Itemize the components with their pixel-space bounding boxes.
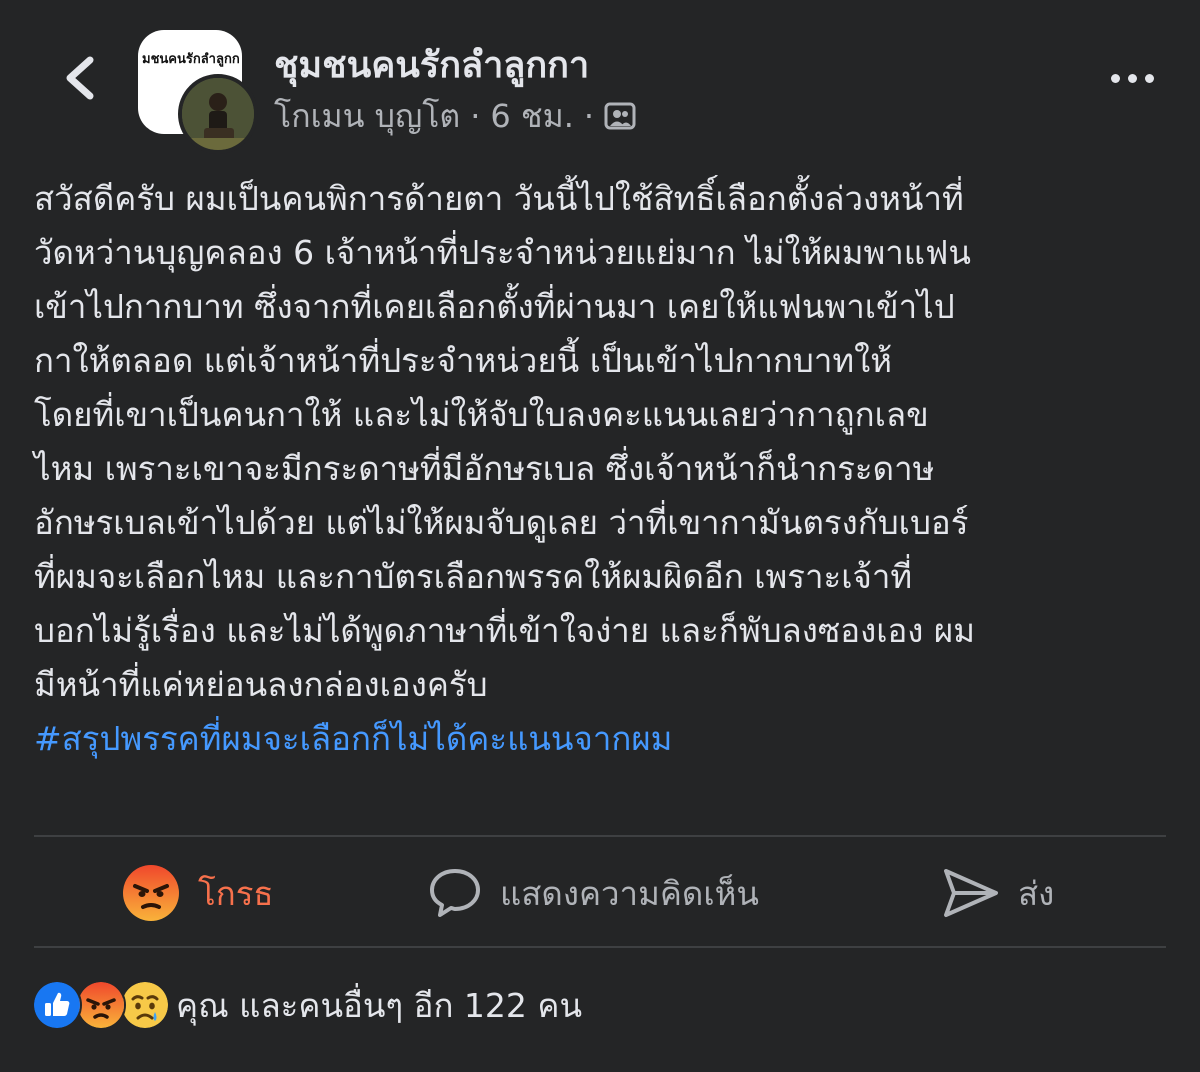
person-photo-icon bbox=[182, 78, 254, 150]
post-line: ที่ผมจะเลือกไหม และกาบัตรเลือกพรรคให้ผมผ… bbox=[34, 557, 913, 596]
more-dots-icon bbox=[1110, 73, 1120, 83]
divider-bottom bbox=[34, 946, 1166, 948]
like-reaction-icon bbox=[32, 980, 82, 1030]
post-line: สวัสดีครับ ผมเป็นคนพิการด้ายตา วันนี้ไปใ… bbox=[34, 179, 964, 218]
reaction-icons bbox=[32, 980, 172, 1030]
post-line: กาให้ตลอด แต่เจ้าหน้าที่ประจำหน่วยนี้ เป… bbox=[34, 341, 892, 380]
more-dots-icon bbox=[1127, 73, 1137, 83]
hashtag-link[interactable]: #สรุปพรรคที่ผมจะเลือกก็ไม่ได้คะแนนจากผม bbox=[34, 712, 1174, 766]
post-line: วัดหว่านบุญคลอง 6 เจ้าหน้าที่ประจำหน่วยแ… bbox=[34, 233, 971, 272]
post-text: สวัสดีครับ ผมเป็นคนพิการด้ายตา วันนี้ไปใ… bbox=[34, 172, 1174, 766]
more-options-button[interactable] bbox=[1100, 58, 1164, 98]
comment-button[interactable]: แสดงความคิดเห็น bbox=[428, 838, 759, 948]
send-button[interactable]: ส่ง bbox=[942, 838, 1054, 948]
angry-reaction-icon bbox=[123, 865, 179, 921]
divider-top bbox=[34, 835, 1166, 837]
author-name[interactable]: โกเมน บุญโต bbox=[274, 91, 460, 142]
avatar-stack[interactable]: มชนคนรักลำลูกก bbox=[138, 30, 258, 154]
meta-separator: · bbox=[470, 97, 481, 135]
post-meta: โกเมน บุญโต · 6 ชม. · bbox=[274, 94, 636, 138]
sad-reaction-icon bbox=[120, 980, 170, 1030]
post-view: มชนคนรักลำลูกก ชุมชนคนรักลำลูกกา โกเมน บ… bbox=[0, 0, 1200, 1072]
post-line: อักษรเบลเข้าไปด้วย แต่ไม่ให้ผมจับดูเลย ว… bbox=[34, 503, 969, 542]
angry-reaction-icon bbox=[76, 980, 126, 1030]
back-button[interactable] bbox=[52, 48, 108, 108]
comment-bubble-icon bbox=[430, 869, 480, 917]
post-header: มชนคนรักลำลูกก ชุมชนคนรักลำลูกกา โกเมน บ… bbox=[0, 0, 1200, 160]
post-line: ไหม เพราะเขาจะมีกระดาษที่มีอักษรเบล ซึ่ง… bbox=[34, 449, 935, 488]
group-name[interactable]: ชุมชนคนรักลำลูกกา bbox=[274, 36, 589, 93]
author-avatar[interactable] bbox=[178, 74, 258, 154]
post-line: เข้าไปกากบาท ซึ่งจากที่เคยเลือกตั้งที่ผ่… bbox=[34, 287, 955, 326]
comment-label: แสดงความคิดเห็น bbox=[500, 873, 759, 913]
group-avatar-label: มชนคนรักลำลูกก bbox=[142, 52, 240, 67]
more-dots-icon bbox=[1144, 73, 1154, 83]
angry-label: โกรธ bbox=[198, 873, 274, 913]
send-label: ส่ง bbox=[1018, 873, 1055, 913]
angry-reaction-button[interactable]: โกรธ bbox=[122, 838, 274, 948]
reactions-count-text: คุณ และคนอื่นๆ อีก 122 คน bbox=[176, 985, 583, 1025]
reactions-summary[interactable]: คุณ และคนอื่นๆ อีก 122 คน bbox=[32, 975, 582, 1035]
post-time[interactable]: 6 ชม. bbox=[490, 91, 574, 142]
action-bar: โกรธ แสดงความคิดเห็น ส่ง bbox=[0, 838, 1200, 948]
post-line: บอกไม่รู้เรื่อง และไม่ได้พูดภาษาที่เข้าใ… bbox=[34, 611, 975, 650]
meta-separator-2: · bbox=[583, 97, 595, 135]
chevron-left-icon bbox=[66, 56, 94, 100]
group-members-icon bbox=[604, 102, 636, 130]
post-line: โดยที่เขาเป็นคนกาให้ และไม่ให้จับใบลงคะแ… bbox=[34, 395, 929, 434]
send-icon bbox=[944, 869, 998, 917]
post-line: มีหน้าที่แค่หย่อนลงกล่องเองครับ bbox=[34, 665, 488, 704]
